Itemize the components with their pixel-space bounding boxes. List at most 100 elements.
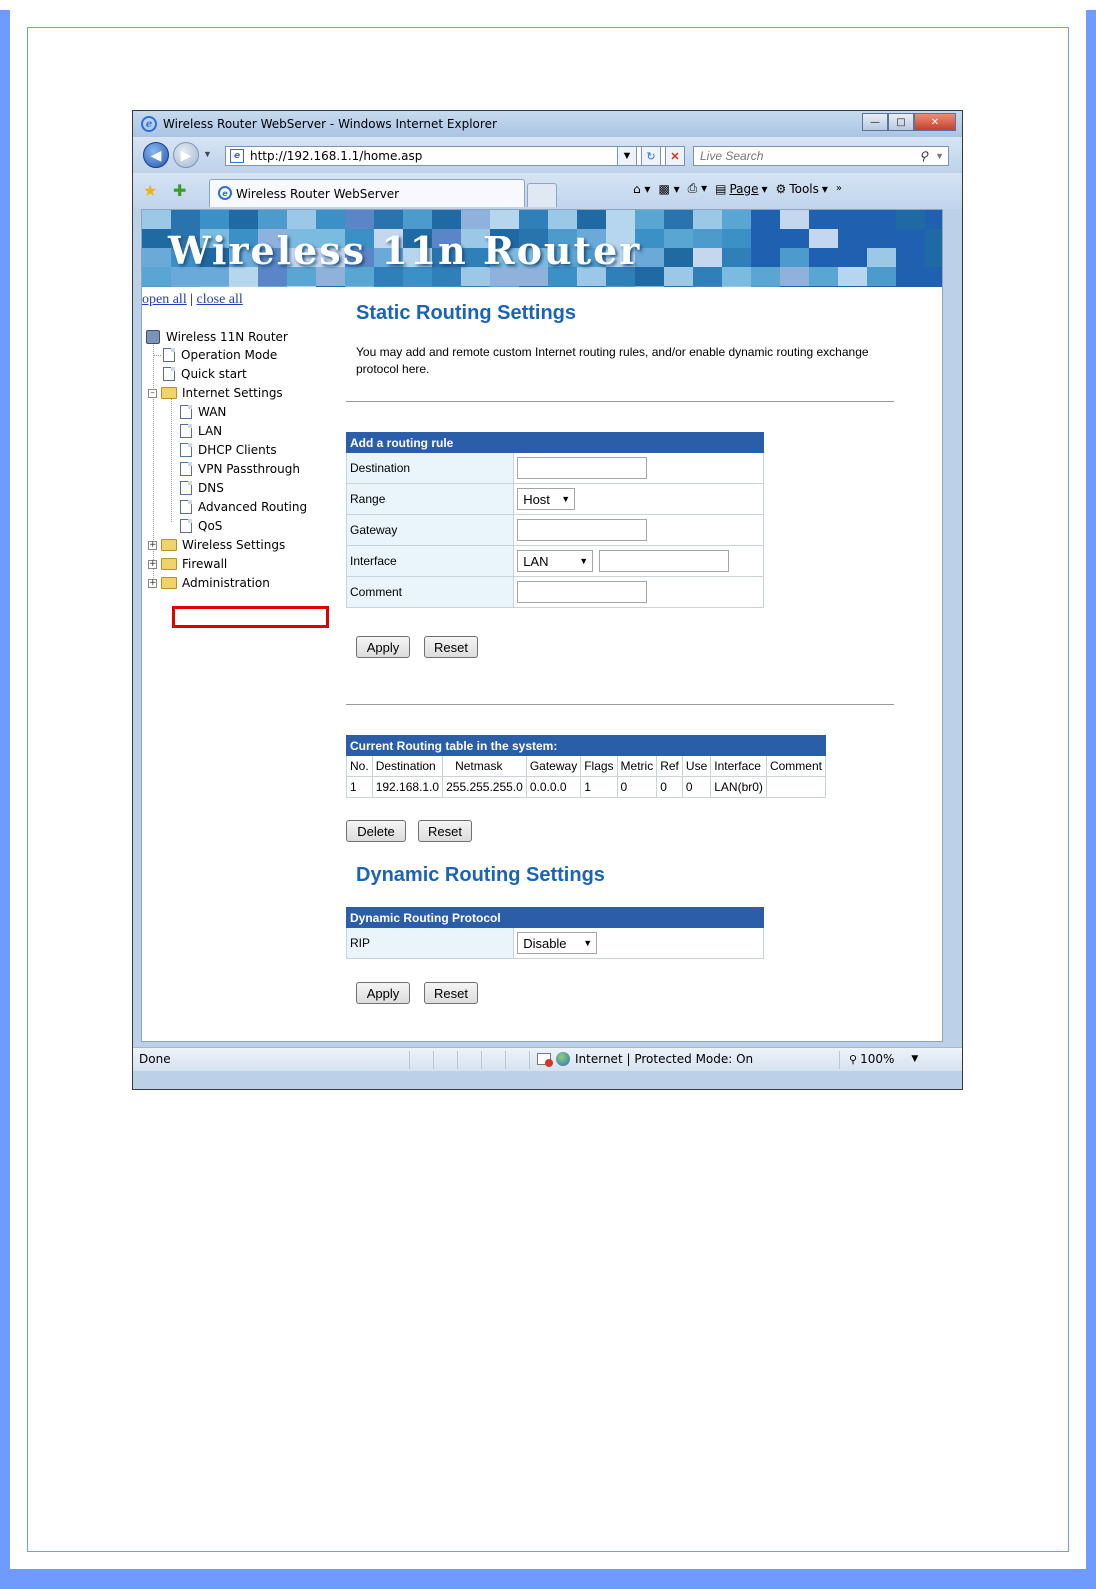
dynamic-apply-button[interactable]: Apply xyxy=(356,982,410,1004)
banner-tile xyxy=(142,286,171,287)
new-tab-button[interactable] xyxy=(527,183,557,207)
range-select[interactable]: Host ▼ xyxy=(517,488,576,510)
url-input[interactable]: e http://192.168.1.1/home.asp xyxy=(225,146,685,166)
search-dropdown-icon[interactable]: ▼ xyxy=(935,151,944,161)
banner-tile xyxy=(519,286,548,287)
url-text: http://192.168.1.1/home.asp xyxy=(250,149,423,163)
maximize-icon[interactable]: □ xyxy=(888,113,914,131)
open-all-link[interactable]: open all xyxy=(142,292,187,307)
print-icon[interactable]: ⎙ ▾ xyxy=(688,181,707,196)
minimize-icon[interactable]: — xyxy=(862,113,888,131)
page-menu[interactable]: ▤ Page ▾ xyxy=(715,182,767,196)
tab-router[interactable]: e Wireless Router WebServer xyxy=(209,179,525,207)
banner-tile xyxy=(751,286,780,287)
tree-item-operation-mode[interactable]: Operation Mode xyxy=(153,346,277,364)
banner-tile xyxy=(635,286,664,287)
collapse-icon[interactable]: – xyxy=(148,388,157,398)
gateway-input[interactable] xyxy=(517,519,648,541)
search-icon[interactable]: ⚲ xyxy=(919,149,928,163)
popup-blocked-icon[interactable] xyxy=(537,1053,553,1067)
favorites-star-icon[interactable]: ★ xyxy=(143,181,157,201)
banner-tile xyxy=(171,286,200,287)
window-title: Wireless Router WebServer - Windows Inte… xyxy=(163,117,497,131)
tree-item-internet-settings[interactable]: – Internet Settings xyxy=(148,384,283,402)
tree-item-advanced-routing[interactable]: Advanced Routing xyxy=(172,498,307,516)
table-reset-button[interactable]: Reset xyxy=(418,820,472,842)
tree-item-label: Internet Settings xyxy=(182,386,283,400)
banner-tile xyxy=(896,286,925,287)
tree-connector xyxy=(153,355,161,356)
window-controls: — □ ✕ xyxy=(862,113,956,131)
router-banner: Wireless 11n Router xyxy=(142,210,942,287)
table-cell: LAN(br0) xyxy=(710,776,767,798)
chevron-down-icon: ▼ xyxy=(583,938,593,948)
table-cell: 1 xyxy=(580,776,618,798)
tree-item-firewall[interactable]: + Firewall xyxy=(148,555,227,573)
close-icon[interactable]: ✕ xyxy=(914,113,956,131)
interface-custom-input[interactable] xyxy=(598,550,729,572)
banner-tile xyxy=(432,210,461,229)
banner-tile xyxy=(780,248,809,267)
security-zone[interactable]: Internet | Protected Mode: On xyxy=(537,1052,753,1067)
destination-input[interactable] xyxy=(517,457,648,479)
gateway-label: Gateway xyxy=(345,514,515,546)
home-icon[interactable]: ⌂ ▾ xyxy=(633,182,650,196)
refresh-icon[interactable]: ↻ xyxy=(641,146,661,166)
status-divider xyxy=(505,1051,506,1069)
url-dropdown-icon[interactable]: ▼ xyxy=(617,146,637,166)
tree-item-administration[interactable]: + Administration xyxy=(148,574,270,592)
banner-tile xyxy=(693,248,722,267)
comment-input[interactable] xyxy=(517,581,648,603)
banner-tile xyxy=(142,229,171,248)
banner-tile xyxy=(345,210,374,229)
tree-item-vpn-passthrough[interactable]: VPN Passthrough xyxy=(172,460,300,478)
banner-tile xyxy=(548,210,577,229)
folder-open-icon xyxy=(161,387,177,399)
tree-root[interactable]: Wireless 11N Router xyxy=(146,328,288,346)
tree-root-label: Wireless 11N Router xyxy=(166,330,288,344)
table-cell: 255.255.255.0 xyxy=(442,776,527,798)
banner-tile xyxy=(200,210,229,229)
expand-icon[interactable]: + xyxy=(148,559,157,569)
banner-tile xyxy=(867,229,896,248)
delete-button[interactable]: Delete xyxy=(346,820,406,842)
close-all-link[interactable]: close all xyxy=(197,292,243,307)
stop-icon[interactable]: ✕ xyxy=(665,146,685,166)
tree-item-qos[interactable]: QoS xyxy=(172,517,222,535)
banner-title: Wireless 11n Router xyxy=(168,228,642,273)
tools-menu[interactable]: ⚙ Tools ▾ xyxy=(776,182,828,196)
tree-item-dhcp-clients[interactable]: DHCP Clients xyxy=(172,441,277,459)
tree-item-quick-start[interactable]: Quick start xyxy=(153,365,247,383)
search-input[interactable]: Live Search ⚲ ▼ xyxy=(693,146,949,166)
page-icon xyxy=(180,462,192,476)
interface-select[interactable]: LAN ▼ xyxy=(517,550,594,572)
reset-button[interactable]: Reset xyxy=(424,636,478,658)
dynamic-reset-button[interactable]: Reset xyxy=(424,982,478,1004)
tree-item-wireless-settings[interactable]: + Wireless Settings xyxy=(148,536,285,554)
forward-icon[interactable]: ▶ xyxy=(173,142,199,168)
add-favorites-icon[interactable]: ✚ xyxy=(173,181,186,201)
status-divider xyxy=(433,1051,434,1069)
banner-tile xyxy=(780,267,809,286)
zoom-dropdown-icon[interactable]: ▼ xyxy=(911,1054,918,1064)
tree-item-label: Advanced Routing xyxy=(198,500,308,514)
interface-label: Interface xyxy=(345,545,515,577)
chevron-right-icon[interactable]: » xyxy=(836,183,842,194)
rip-label: RIP xyxy=(345,927,515,959)
zoom-control[interactable]: ⚲ 100% ▼ xyxy=(849,1052,918,1066)
back-icon[interactable]: ◀ xyxy=(143,142,169,168)
rip-select[interactable]: Disable ▼ xyxy=(517,932,598,954)
banner-tile xyxy=(809,286,838,287)
history-dropdown-icon[interactable]: ▼ xyxy=(203,149,212,159)
tree-item-dns[interactable]: DNS xyxy=(172,479,224,497)
tree-item-lan[interactable]: LAN xyxy=(172,422,222,440)
tree-item-wan[interactable]: WAN xyxy=(172,403,226,421)
title-bar: e Wireless Router WebServer - Windows In… xyxy=(133,111,962,137)
banner-tile xyxy=(867,248,896,267)
apply-button[interactable]: Apply xyxy=(356,636,410,658)
banner-tile xyxy=(229,210,258,229)
destination-label: Destination xyxy=(345,452,515,484)
expand-icon[interactable]: + xyxy=(148,578,157,588)
expand-icon[interactable]: + xyxy=(148,540,157,550)
feeds-icon[interactable]: ▩ ▾ xyxy=(658,182,679,196)
